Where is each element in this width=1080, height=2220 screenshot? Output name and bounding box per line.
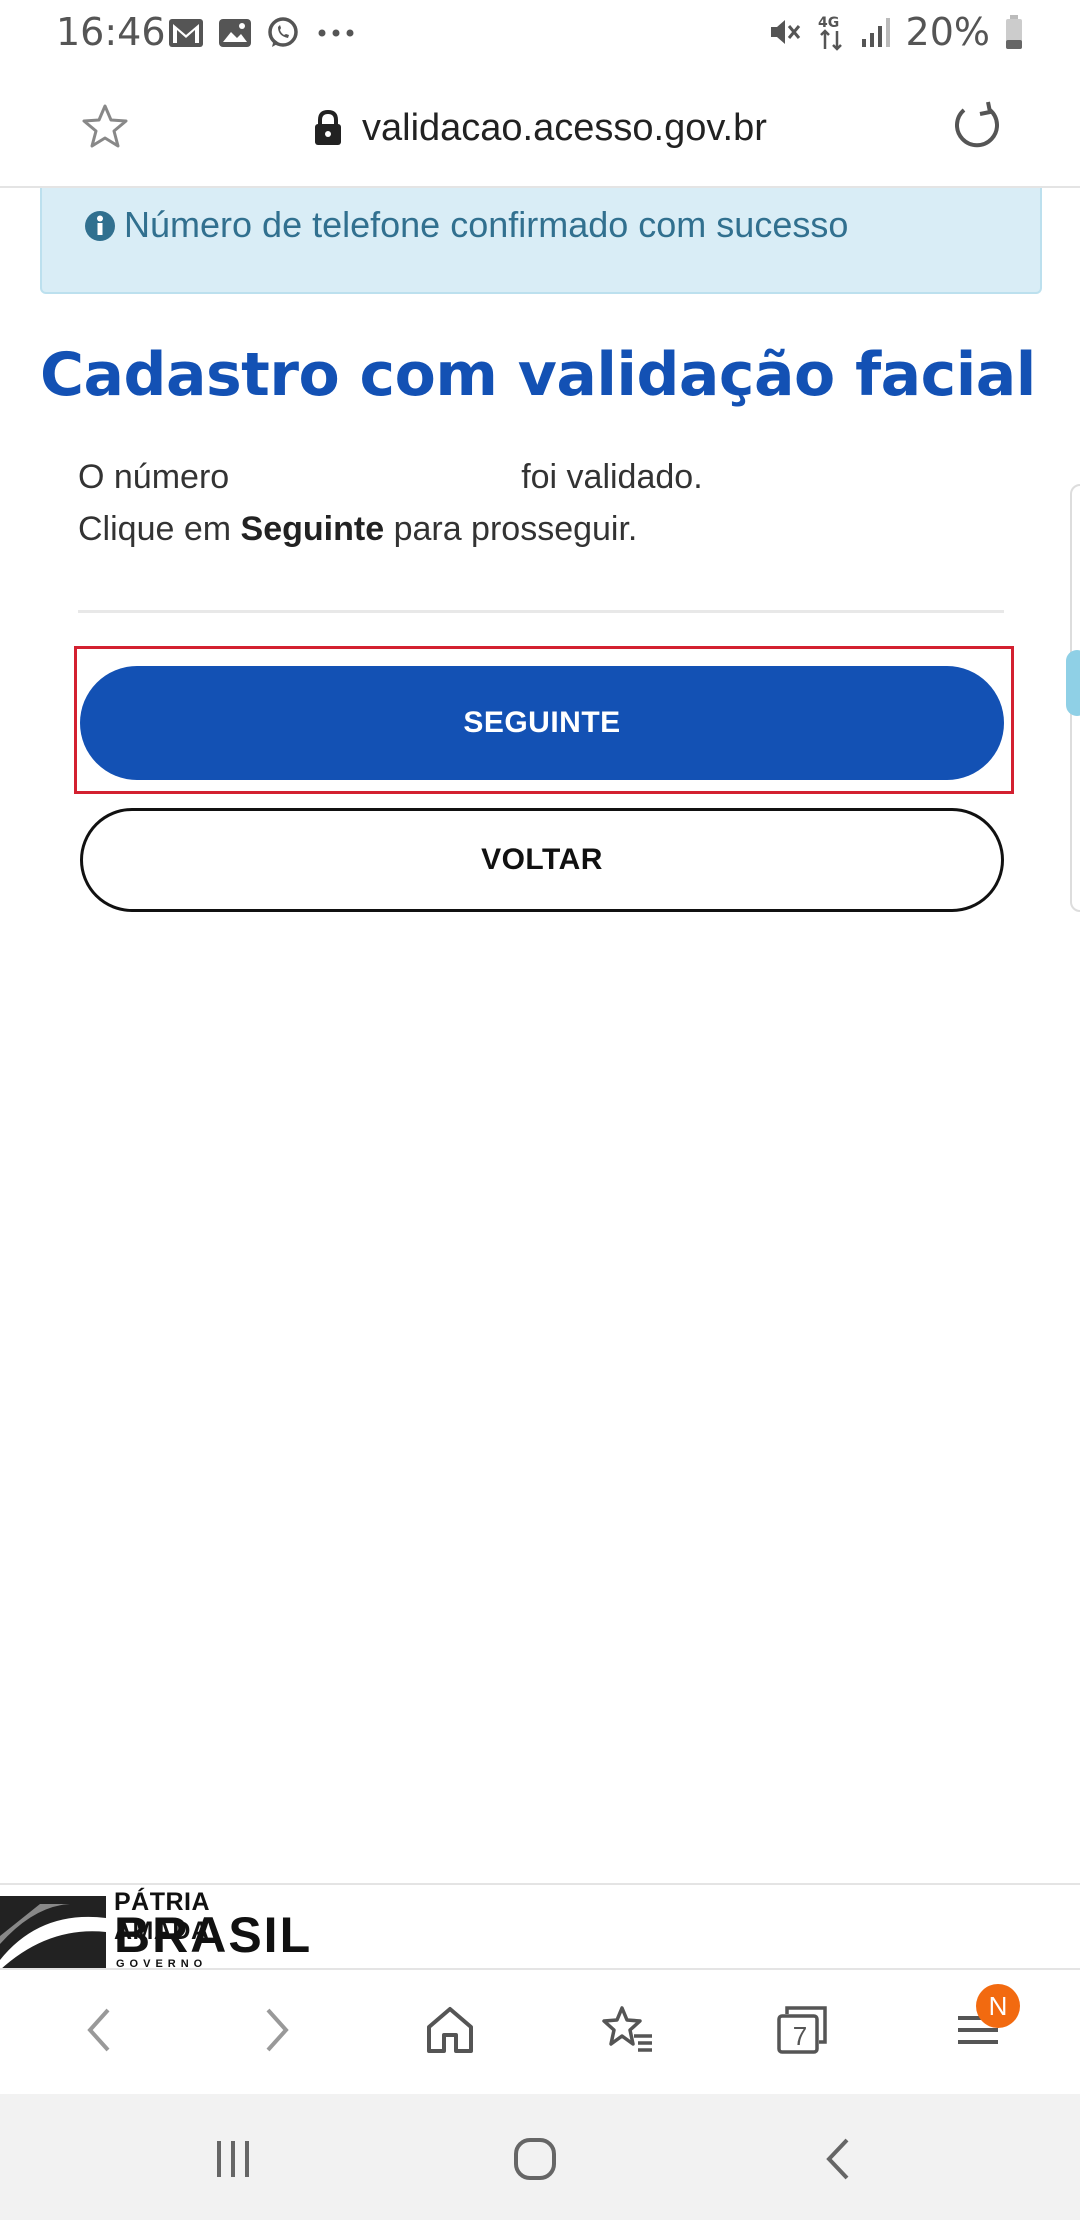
validation-text: O número foi validado.	[78, 458, 703, 497]
home-button[interactable]	[420, 2000, 480, 2060]
recent-apps-button[interactable]	[208, 2134, 258, 2184]
svg-text:4G: 4G	[818, 15, 839, 31]
data-4g-icon: 4G	[818, 15, 842, 51]
home-system-button[interactable]	[510, 2134, 560, 2184]
battery-percentage: 20%	[905, 10, 990, 54]
chevron-left-icon	[87, 2008, 110, 2052]
status-time: 16:46	[56, 10, 166, 54]
info-icon	[85, 211, 115, 241]
tabs-count: 7	[792, 2020, 808, 2051]
status-bar: 16:46 4G 20%	[0, 0, 1080, 66]
more-notifications-icon	[318, 29, 354, 37]
bookmark-star-icon[interactable]	[80, 102, 130, 152]
page-title: Cadastro com validação facial	[40, 340, 1036, 410]
url-field[interactable]: validacao.acesso.gov.br	[312, 102, 767, 154]
reload-icon[interactable]	[950, 100, 1004, 154]
system-back-button[interactable]	[814, 2134, 864, 2184]
recent-apps-icon	[217, 2141, 249, 2177]
logo-line2: BRASIL	[114, 1907, 313, 1963]
battery-icon	[1006, 15, 1022, 49]
next-button[interactable]: SEGUINTE	[80, 666, 1004, 780]
gmail-icon	[169, 19, 203, 47]
instruction-text-bold: Seguinte	[240, 510, 385, 548]
system-status-icons: 4G 20%	[768, 10, 1024, 54]
instruction-text-start: Clique em	[78, 510, 232, 548]
footer-divider	[0, 1883, 1080, 1885]
home-circle-icon	[514, 2138, 556, 2180]
browser-url-bar: validacao.acesso.gov.br	[0, 66, 1080, 188]
notification-icons	[168, 14, 358, 52]
validation-text-start: O número	[78, 458, 230, 496]
bookmarks-star-list-icon	[602, 2006, 652, 2052]
brasil-logo-mark	[0, 1896, 106, 1970]
lock-icon	[315, 109, 341, 145]
home-icon	[427, 2007, 473, 2053]
back-nav-button[interactable]	[70, 2000, 130, 2060]
success-alert: Número de telefone confirmado com sucess…	[40, 188, 1042, 294]
gallery-icon	[219, 19, 251, 47]
back-button[interactable]: VOLTAR	[80, 808, 1004, 912]
system-nav-bar	[0, 2094, 1080, 2220]
mute-icon	[770, 20, 800, 44]
menu-badge: N	[976, 1984, 1020, 2028]
chevron-right-icon	[266, 2008, 289, 2052]
back-arrow-icon	[826, 2138, 849, 2180]
gov-logo: PÁTRIA AMADA BRASIL GOVERNO FEDERAL	[0, 1888, 310, 1982]
browser-toolbar: 7 N	[0, 1968, 1080, 2094]
edge-panel-handle[interactable]	[1066, 650, 1080, 716]
signal-icon	[861, 18, 890, 47]
url-text: validacao.acesso.gov.br	[362, 106, 767, 149]
bookmarks-button[interactable]	[598, 2000, 658, 2060]
forward-nav-button[interactable]	[246, 2000, 306, 2060]
whatsapp-icon	[268, 17, 298, 47]
alert-message: Número de telefone confirmado com sucess…	[124, 204, 849, 245]
tabs-button[interactable]: 7	[772, 2000, 832, 2060]
divider	[78, 610, 1004, 613]
instruction-text: Clique em Seguinte para prosseguir.	[78, 510, 637, 549]
validation-text-end: foi validado.	[521, 458, 703, 496]
instruction-text-end: para prosseguir.	[393, 510, 638, 548]
